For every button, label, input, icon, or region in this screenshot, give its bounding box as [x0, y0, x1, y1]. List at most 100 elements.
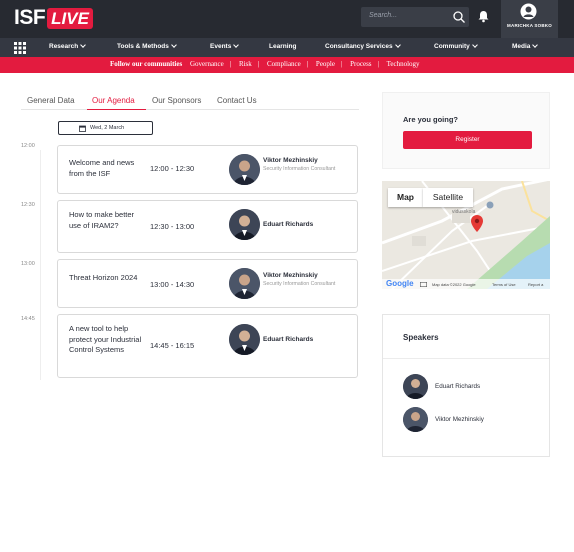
speaker-avatar[interactable] — [403, 407, 428, 432]
tab-our-agenda[interactable]: Our Agenda — [92, 96, 135, 105]
user-name: MARICHKA SOBKO — [507, 23, 552, 28]
tabs-divider — [21, 109, 359, 110]
logo-live-badge: LIVE — [47, 7, 93, 29]
nav-label: Research — [49, 43, 79, 50]
community-link-compliance[interactable]: Compliance — [267, 60, 301, 68]
separator: | — [340, 60, 343, 68]
chevron-down-icon — [80, 42, 87, 48]
date-selector[interactable]: Wed, 2 March — [58, 121, 153, 135]
communities-links: Follow our communities Governance | Risk |… — [110, 60, 420, 68]
map-pin-icon[interactable] — [471, 215, 483, 232]
session-time: 12:00 - 12:30 — [150, 164, 195, 173]
search-input[interactable]: Search... — [361, 7, 469, 27]
time-slot-label: 13:00 — [21, 261, 35, 267]
speaker-photo-icon — [229, 268, 260, 299]
nav-label: Events — [210, 43, 232, 50]
session-time: 14:45 - 16:15 — [150, 341, 195, 350]
location-map[interactable]: ibas vidusskola Map Satellite Google Map… — [382, 181, 550, 289]
tab-contact-us[interactable]: Contact Us — [217, 96, 257, 105]
apps-grid-icon[interactable] — [14, 42, 26, 54]
speaker-avatar — [229, 324, 260, 355]
community-link-people[interactable]: People — [316, 60, 335, 68]
map-data-attribution: Map data ©2022 Google — [432, 282, 476, 287]
session-card[interactable]: Threat Horizon 2024 13:00 - 14:30 Viktor… — [57, 259, 358, 308]
rsvp-panel: Are you going? Register — [382, 92, 550, 169]
chevron-down-icon — [233, 42, 240, 48]
communities-bar: Follow our communities Governance | Risk |… — [0, 57, 574, 73]
main-nav: Research Tools & Methods Events Learning… — [0, 38, 574, 57]
session-time: 12:30 - 13:00 — [150, 222, 195, 231]
speaker-name: Viktor Mezhinskiy — [263, 157, 318, 164]
notification-bell-icon[interactable] — [476, 9, 491, 24]
speaker-role: Security Information Consultant — [263, 281, 336, 287]
user-avatar-icon — [520, 3, 537, 20]
chevron-down-icon — [171, 42, 177, 48]
time-slot-label: 14:45 — [21, 316, 35, 322]
session-title: How to make better use of IRAM2? — [69, 210, 135, 230]
speaker-avatar — [229, 154, 260, 185]
session-card[interactable]: A new tool to help protect your Industri… — [57, 314, 358, 378]
community-link-process[interactable]: Process — [350, 60, 371, 68]
separator: | — [257, 60, 260, 68]
communities-lead: Follow our communities — [110, 60, 183, 68]
speakers-title: Speakers — [403, 333, 439, 342]
map-terms-link[interactable]: Terms of Use — [492, 282, 516, 287]
isf-live-logo[interactable]: ISF LIVE — [14, 6, 93, 30]
speaker-photo-icon — [229, 209, 260, 240]
community-link-technology[interactable]: Technology — [387, 60, 420, 68]
speaker-avatar — [229, 268, 260, 299]
speaker-role: Security Information Consultant — [263, 166, 336, 172]
timeline-rule — [40, 150, 41, 380]
chevron-down-icon — [532, 42, 539, 48]
separator: | — [377, 60, 379, 68]
speaker-photo-icon — [403, 374, 428, 399]
search-icon[interactable] — [452, 10, 466, 24]
nav-research[interactable]: Research — [49, 42, 87, 50]
speaker-list-name[interactable]: Viktor Mezhinskiy — [435, 416, 484, 423]
session-card[interactable]: How to make better use of IRAM2? 12:30 -… — [57, 200, 358, 253]
speakers-panel: Speakers Eduart Richards Viktor Mezhinsk… — [382, 314, 550, 457]
chevron-down-icon — [471, 42, 478, 48]
speaker-name: Eduart Richards — [263, 336, 314, 343]
nav-community[interactable]: Community — [434, 42, 478, 50]
speaker-list-name[interactable]: Eduart Richards — [435, 383, 480, 390]
map-area-label: vidusskola — [452, 209, 476, 215]
time-slot-label: 12:30 — [21, 202, 35, 208]
calendar-icon — [79, 125, 86, 132]
map-report-link[interactable]: Report a — [528, 282, 543, 287]
separator: | — [306, 60, 309, 68]
separator: | — [229, 60, 232, 68]
keyboard-icon[interactable] — [420, 282, 427, 287]
google-logo: Google — [386, 279, 414, 288]
map-footer: Google Map data ©2022 Google Terms of Us… — [382, 279, 550, 289]
session-title: A new tool to help protect your Industri… — [69, 324, 142, 354]
map-poi-icon — [486, 201, 494, 209]
session-card[interactable]: Welcome and news from the ISF 12:00 - 12… — [57, 145, 358, 194]
speaker-photo-icon — [229, 324, 260, 355]
session-time: 13:00 - 14:30 — [150, 280, 195, 289]
speaker-avatar[interactable] — [403, 374, 428, 399]
search-placeholder: Search... — [369, 12, 398, 19]
active-tab-indicator — [87, 109, 146, 110]
speaker-photo-icon — [403, 407, 428, 432]
speakers-divider — [383, 358, 549, 359]
rsvp-title: Are you going? — [403, 115, 458, 124]
chevron-down-icon — [394, 42, 401, 48]
map-tab-satellite[interactable]: Satellite — [423, 188, 473, 207]
community-link-risk[interactable]: Risk — [239, 60, 252, 68]
register-button[interactable]: Register — [403, 131, 532, 149]
time-slot-label: 12:00 — [21, 143, 35, 149]
speaker-name: Viktor Mezhinskiy — [263, 272, 318, 279]
nav-media[interactable]: Media — [512, 42, 539, 50]
user-menu[interactable]: MARICHKA SOBKO — [501, 0, 558, 38]
community-link-governance[interactable]: Governance — [190, 60, 224, 68]
nav-tools-methods[interactable]: Tools & Methods — [117, 42, 177, 50]
nav-consultancy-services[interactable]: Consultancy Services — [325, 42, 401, 50]
tab-our-sponsors[interactable]: Our Sponsors — [152, 96, 201, 105]
tab-general-data[interactable]: General Data — [27, 96, 75, 105]
map-tab-map[interactable]: Map — [388, 188, 423, 207]
speaker-avatar — [229, 209, 260, 240]
logo-isf-text: ISF — [14, 6, 46, 29]
nav-learning[interactable]: Learning — [269, 43, 296, 50]
nav-events[interactable]: Events — [210, 42, 240, 50]
